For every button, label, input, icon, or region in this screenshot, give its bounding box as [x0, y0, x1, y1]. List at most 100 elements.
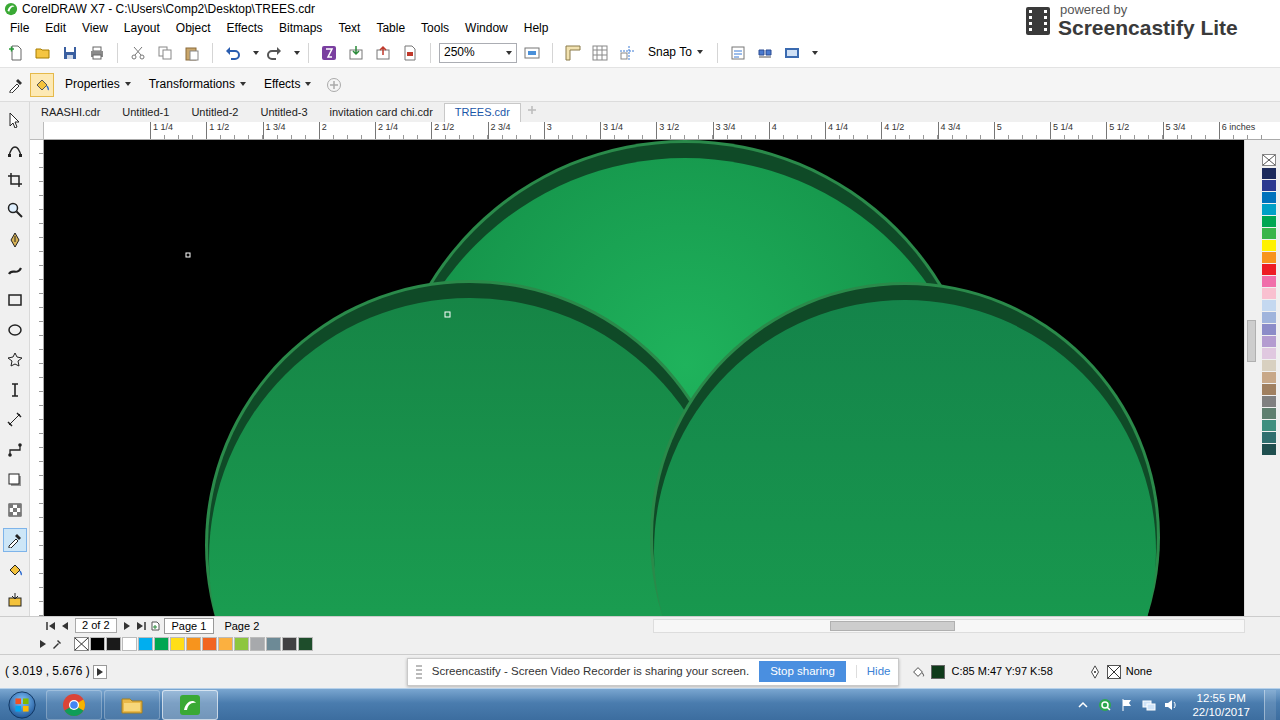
menu-item[interactable]: File: [2, 18, 37, 38]
network-icon[interactable]: [1142, 698, 1156, 712]
add-page-icon[interactable]: [148, 618, 162, 634]
palette-swatch[interactable]: [1262, 192, 1276, 203]
stop-sharing-button[interactable]: Stop sharing: [759, 661, 846, 683]
property-dropdown[interactable]: Properties: [56, 74, 140, 94]
fill-bucket-icon[interactable]: [911, 665, 925, 679]
menu-item[interactable]: Table: [368, 18, 413, 38]
node-handle[interactable]: [445, 312, 450, 317]
palette-swatch[interactable]: [1262, 396, 1276, 407]
palette-swatch[interactable]: [282, 637, 297, 651]
tool-button[interactable]: [3, 438, 27, 462]
paste-icon[interactable]: [180, 41, 204, 65]
palette-swatch[interactable]: [1262, 264, 1276, 275]
node-handle[interactable]: [186, 253, 190, 257]
palette-swatch[interactable]: [1262, 252, 1276, 263]
palette-swatch[interactable]: [1262, 432, 1276, 443]
document-tab[interactable]: invitation card chi.cdr: [319, 103, 444, 122]
palette-swatch[interactable]: [1262, 288, 1276, 299]
tool-button[interactable]: [3, 468, 27, 492]
palette-swatch[interactable]: [1262, 168, 1276, 179]
palette-swatch[interactable]: [1262, 372, 1276, 383]
palette-swatch[interactable]: [138, 637, 153, 651]
palette-swatch[interactable]: [1262, 228, 1276, 239]
first-page-icon[interactable]: [44, 618, 58, 634]
cut-icon[interactable]: [126, 41, 150, 65]
palette-swatch[interactable]: [1262, 216, 1276, 227]
file-explorer-icon[interactable]: [104, 690, 160, 720]
next-page-icon[interactable]: [120, 618, 134, 634]
palette-swatch[interactable]: [234, 637, 249, 651]
right-circle[interactable]: [650, 282, 1160, 616]
palette-swatch[interactable]: [250, 637, 265, 651]
tool-button[interactable]: [3, 168, 27, 192]
menu-item[interactable]: Text: [330, 18, 368, 38]
action-center-flag-icon[interactable]: [1120, 698, 1134, 712]
document-tab[interactable]: TREES.cdr: [444, 103, 521, 122]
palette-swatch[interactable]: [1262, 324, 1276, 335]
page-tab[interactable]: Page 2: [216, 618, 267, 634]
palette-swatch[interactable]: [170, 637, 185, 651]
palette-swatch[interactable]: [218, 637, 233, 651]
undo-list-arrow-icon[interactable]: [253, 51, 259, 55]
palette-swatch[interactable]: [1262, 360, 1276, 371]
palette-swatch[interactable]: [1262, 312, 1276, 323]
palette-swatch[interactable]: [1262, 408, 1276, 419]
tool-button[interactable]: [3, 258, 27, 282]
palette-swatch[interactable]: [1262, 240, 1276, 251]
palette-swatch[interactable]: [1262, 204, 1276, 215]
menu-item[interactable]: Layout: [116, 18, 168, 38]
tool-button[interactable]: [3, 318, 27, 342]
volume-icon[interactable]: [1164, 698, 1178, 712]
palette-swatch[interactable]: [1262, 384, 1276, 395]
tool-button[interactable]: [3, 288, 27, 312]
launch-icon[interactable]: [780, 41, 804, 65]
show-grid-icon[interactable]: [588, 41, 612, 65]
palette-swatch[interactable]: [1262, 276, 1276, 287]
palette-swatch[interactable]: [154, 637, 169, 651]
redo-icon[interactable]: [262, 41, 286, 65]
palette-swatch[interactable]: [202, 637, 217, 651]
document-tab[interactable]: RAASHI.cdr: [30, 103, 111, 122]
no-outline-icon[interactable]: [1107, 665, 1121, 679]
redo-list-arrow-icon[interactable]: [294, 51, 300, 55]
menu-item[interactable]: Help: [516, 18, 557, 38]
palette-swatch[interactable]: [1262, 300, 1276, 311]
tool-button[interactable]: [3, 228, 27, 252]
palette-swatch[interactable]: [186, 637, 201, 651]
palette-swatch[interactable]: [1262, 336, 1276, 347]
property-dropdown[interactable]: Effects: [255, 74, 320, 94]
outline-pen-icon[interactable]: [1088, 665, 1102, 679]
tool-button[interactable]: [3, 588, 27, 612]
tool-button[interactable]: [3, 108, 27, 132]
document-tab[interactable]: Untitled-1: [111, 103, 180, 122]
show-hidden-icons-icon[interactable]: [1076, 698, 1090, 712]
application-launcher-icon[interactable]: [753, 41, 777, 65]
page-tab[interactable]: Page 1: [164, 618, 215, 634]
tool-button[interactable]: [3, 348, 27, 372]
hide-link[interactable]: Hide: [856, 665, 891, 679]
palette-swatch[interactable]: [1262, 420, 1276, 431]
tool-button[interactable]: [3, 378, 27, 402]
start-button-icon[interactable]: [0, 690, 44, 720]
drag-handle-icon[interactable]: [416, 665, 422, 679]
palette-arrow-icon[interactable]: [36, 636, 50, 652]
copy-icon[interactable]: [153, 41, 177, 65]
new-document-icon[interactable]: [4, 41, 28, 65]
menu-item[interactable]: Tools: [413, 18, 457, 38]
vertical-ruler[interactable]: [30, 140, 44, 616]
menu-item[interactable]: View: [74, 18, 116, 38]
horizontal-ruler[interactable]: 1 1/41 1/21 3/422 1/42 1/22 3/433 1/43 1…: [44, 122, 1280, 140]
last-page-icon[interactable]: [134, 618, 148, 634]
options-icon[interactable]: [726, 41, 750, 65]
no-color-icon[interactable]: [1262, 154, 1276, 166]
tool-button[interactable]: [3, 498, 27, 522]
tool-button[interactable]: [3, 408, 27, 432]
publish-pdf-icon[interactable]: [398, 41, 422, 65]
eyedropper-icon[interactable]: [4, 73, 28, 97]
document-tab[interactable]: Untitled-2: [180, 103, 249, 122]
add-option-icon[interactable]: [322, 73, 346, 97]
coreldraw-app-icon[interactable]: [162, 690, 218, 720]
open-icon[interactable]: [31, 41, 55, 65]
show-guidelines-icon[interactable]: [615, 41, 639, 65]
print-icon[interactable]: [85, 41, 109, 65]
